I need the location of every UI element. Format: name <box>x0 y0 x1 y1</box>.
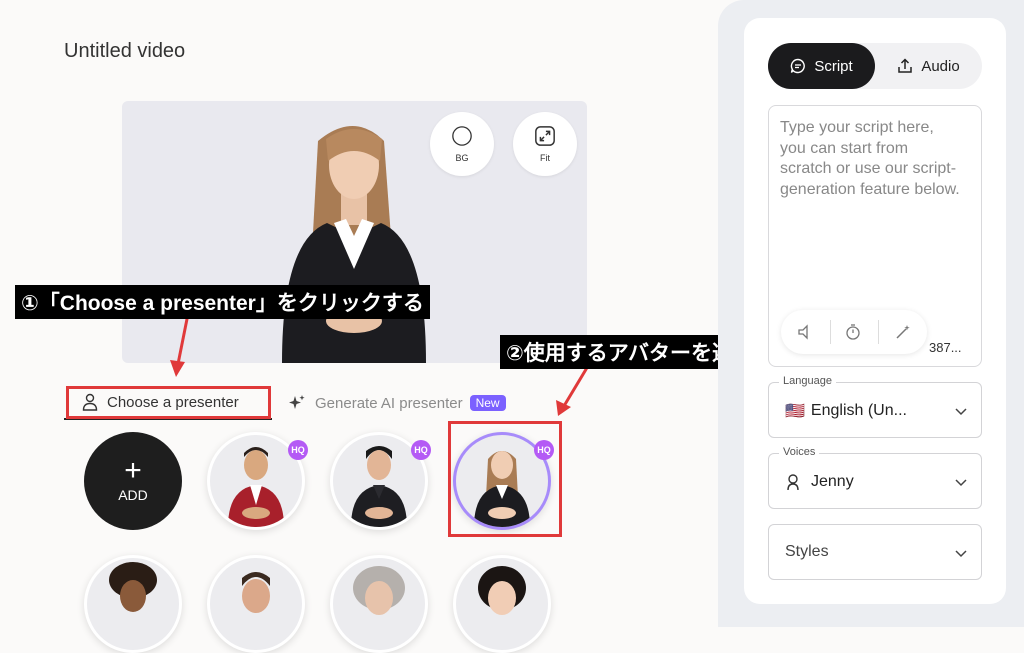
fit-icon <box>535 126 555 146</box>
script-placeholder: Type your script here, you can start fro… <box>780 119 960 198</box>
background-circle-icon <box>452 126 472 146</box>
us-flag-icon: 🇺🇸 <box>785 403 805 420</box>
voice-text: Jenny <box>811 473 854 490</box>
language-text: English (Un... <box>810 402 907 419</box>
background-label: BG <box>455 153 469 163</box>
tab-generate-ai-presenter[interactable]: Generate AI presenter New <box>288 386 506 420</box>
character-count: 387... <box>929 340 962 355</box>
chevron-down-icon <box>955 479 967 487</box>
avatar <box>207 555 305 653</box>
arrow-step2 <box>556 365 590 416</box>
background-button[interactable]: BG <box>430 112 494 176</box>
upload-icon <box>898 58 913 73</box>
hq-badge: HQ <box>288 440 308 460</box>
speaker-icon[interactable] <box>795 322 817 342</box>
language-select[interactable]: Language 🇺🇸 English (Un... <box>768 375 982 438</box>
add-label: ADD <box>118 487 148 503</box>
chat-bubble-icon <box>791 58 806 74</box>
highlight-choose-presenter <box>66 386 271 419</box>
chevron-down-icon <box>955 550 967 558</box>
styles-select[interactable]: Styles <box>768 524 982 580</box>
avatar-option[interactable] <box>84 555 182 653</box>
highlight-selected-avatar <box>448 421 562 537</box>
hq-badge: HQ <box>411 440 431 460</box>
voices-label: Voices <box>779 446 820 458</box>
avatar-image <box>353 566 405 615</box>
avatar-image <box>109 562 157 612</box>
avatar <box>453 555 551 653</box>
tab-audio[interactable]: Audio <box>875 43 982 89</box>
avatar-option[interactable]: HQ <box>207 432 308 530</box>
sparkle-icon <box>289 395 305 409</box>
voices-value: Jenny <box>785 473 854 491</box>
script-tools <box>781 310 927 354</box>
avatar <box>330 555 428 653</box>
tab-generate-ai-label: Generate AI presenter <box>315 394 463 412</box>
video-title[interactable]: Untitled video <box>64 40 185 63</box>
voice-person-icon <box>787 474 799 491</box>
fit-button[interactable]: Fit <box>513 112 577 176</box>
script-textarea[interactable]: Type your script here, you can start fro… <box>768 105 982 367</box>
annotation-step1: ①「Choose a presenter」をクリックする <box>15 285 430 319</box>
plus-icon: + <box>124 454 142 487</box>
avatar-option[interactable]: HQ <box>330 432 431 530</box>
avatar <box>84 555 182 653</box>
timer-icon[interactable] <box>842 322 864 342</box>
avatar-image <box>478 566 526 615</box>
avatar-image <box>242 572 270 613</box>
language-label: Language <box>779 375 836 387</box>
magic-wand-icon[interactable] <box>892 322 914 342</box>
fit-label: Fit <box>540 153 550 163</box>
avatar-option[interactable] <box>207 555 305 653</box>
avatar-option[interactable] <box>453 555 551 653</box>
language-value: 🇺🇸 English (Un... <box>785 401 907 421</box>
tab-script-label: Script <box>814 57 853 75</box>
avatar-option[interactable] <box>330 555 428 653</box>
tab-audio-label: Audio <box>921 57 960 75</box>
voices-select[interactable]: Voices Jenny <box>768 446 982 509</box>
add-avatar-button[interactable]: + ADD <box>84 432 182 530</box>
script-audio-toggle: Script Audio <box>768 43 982 89</box>
styles-label: Styles <box>785 543 829 560</box>
new-badge: New <box>469 395 506 411</box>
tab-script[interactable]: Script <box>768 43 875 89</box>
chevron-down-icon <box>955 408 967 416</box>
